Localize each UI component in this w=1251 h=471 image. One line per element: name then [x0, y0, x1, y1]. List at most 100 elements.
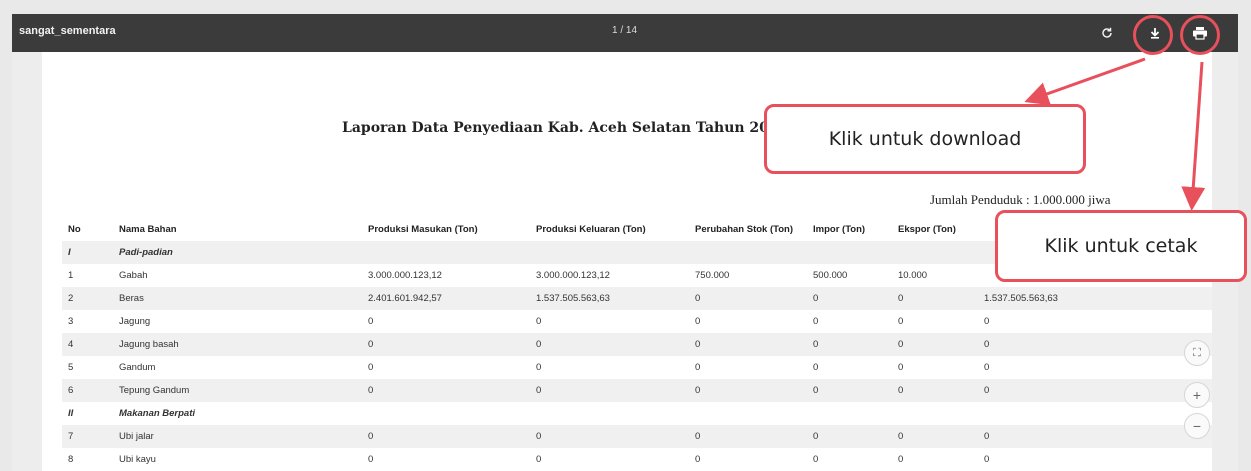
table-cell: 0	[530, 425, 689, 448]
table-cell: 0	[362, 425, 530, 448]
table-cell: 0	[530, 310, 689, 333]
download-highlight-ring	[1133, 15, 1173, 55]
table-cell: 0	[530, 333, 689, 356]
table-cell: 0	[978, 379, 1212, 402]
table-cell: 0	[978, 425, 1212, 448]
table-cell: Gabah	[113, 264, 362, 287]
table-cell: 3.000.000.123,12	[530, 264, 689, 287]
table-cell: Makanan Berpati	[113, 402, 362, 425]
download-callout: Klik untuk download	[764, 104, 1086, 174]
table-cell: 10.000	[892, 264, 978, 287]
table-cell: 4	[62, 333, 113, 356]
table-cell: Ubi kayu	[113, 448, 362, 471]
table-cell: 0	[807, 287, 892, 310]
table-cell	[892, 241, 978, 264]
zoom-out-button[interactable]: −	[1184, 413, 1210, 439]
col-header: Perubahan Stok (Ton)	[689, 218, 807, 241]
rotate-icon	[1102, 27, 1112, 38]
col-header: Produksi Masukan (Ton)	[362, 218, 530, 241]
col-header: Impor (Ton)	[807, 218, 892, 241]
table-cell: 0	[689, 287, 807, 310]
table-cell	[807, 241, 892, 264]
download-callout-text: Klik untuk download	[828, 128, 1022, 150]
table-cell: 0	[807, 379, 892, 402]
table-cell: 0	[362, 310, 530, 333]
table-cell: Beras	[113, 287, 362, 310]
fit-page-button[interactable]: ⛶	[1184, 340, 1210, 366]
document-title: sangat_sementara	[19, 25, 116, 37]
table-cell: 0	[892, 356, 978, 379]
table-cell: 0	[892, 448, 978, 471]
table-cell: 0	[978, 356, 1212, 379]
col-header: Nama Bahan	[113, 218, 362, 241]
table-cell: 0	[807, 310, 892, 333]
col-header: Ekspor (Ton)	[892, 218, 978, 241]
table-cell: Gandum	[113, 356, 362, 379]
table-cell: 0	[362, 448, 530, 471]
table-row: 6 Tepung Gandum 0 0 0 0 0 0	[62, 379, 1212, 402]
table-cell: Padi-padian	[113, 241, 362, 264]
table-cell: 0	[362, 356, 530, 379]
table-cell: 2.401.601.942,57	[362, 287, 530, 310]
table-cell: 500.000	[807, 264, 892, 287]
table-cell: 5	[62, 356, 113, 379]
print-highlight-ring	[1180, 15, 1220, 55]
table-row: 2 Beras 2.401.601.942,57 1.537.505.563,63 0 0…	[62, 287, 1212, 310]
zoom-in-button[interactable]: +	[1184, 382, 1210, 408]
table-cell	[362, 402, 530, 425]
table-cell: 6	[62, 379, 113, 402]
table-cell: Jagung basah	[113, 333, 362, 356]
table-cell: 8	[62, 448, 113, 471]
page-indicator: 1 / 14	[612, 25, 638, 36]
viewer-toolbar: sangat_sementara 1 / 14	[12, 14, 1238, 52]
table-cell: 0	[362, 333, 530, 356]
table-cell: 0	[689, 379, 807, 402]
table-cell: 0	[689, 310, 807, 333]
rotate-button[interactable]	[1094, 20, 1120, 46]
table-cell	[689, 402, 807, 425]
table-cell: 0	[892, 310, 978, 333]
table-cell: 3.000.000.123,12	[362, 264, 530, 287]
table-cell: 0	[689, 333, 807, 356]
population-text: Jumlah Penduduk : 1.000.000 jiwa	[930, 192, 1111, 207]
table-cell: 0	[978, 310, 1212, 333]
table-cell: 2	[62, 287, 113, 310]
table-row: 4 Jagung basah 0 0 0 0 0 0	[62, 333, 1212, 356]
table-cell: 0	[807, 356, 892, 379]
table-cell: 0	[978, 448, 1212, 471]
zoom-out-icon: −	[1192, 418, 1202, 434]
table-cell: 0	[892, 379, 978, 402]
table-cell: Ubi jalar	[113, 425, 362, 448]
table-cell: 0	[892, 287, 978, 310]
table-row: 3 Jagung 0 0 0 0 0 0	[62, 310, 1212, 333]
table-cell: 1	[62, 264, 113, 287]
table-cell	[892, 402, 978, 425]
table-cell: 0	[530, 379, 689, 402]
table-cell: 0	[892, 425, 978, 448]
table-cell: 3	[62, 310, 113, 333]
table-cell: 0	[807, 425, 892, 448]
table-cell	[530, 241, 689, 264]
table-cell: 0	[689, 356, 807, 379]
table-cell: 0	[689, 448, 807, 471]
print-callout: Klik untuk cetak	[995, 210, 1247, 282]
table-cell: 0	[807, 448, 892, 471]
table-cell	[362, 241, 530, 264]
table-cell: 0	[362, 379, 530, 402]
table-row: 8 Ubi kayu 0 0 0 0 0 0	[62, 448, 1212, 471]
table-cell: 1.537.505.563,63	[978, 287, 1212, 310]
table-cell	[689, 241, 807, 264]
table-cell	[807, 402, 892, 425]
report-title: Laporan Data Penyediaan Kab. Aceh Selata…	[342, 120, 789, 136]
table-cell: 0	[530, 356, 689, 379]
col-header: Produksi Keluaran (Ton)	[530, 218, 689, 241]
table-cell: 0	[530, 448, 689, 471]
table-cell: 0	[807, 333, 892, 356]
table-row: 7 Ubi jalar 0 0 0 0 0 0	[62, 425, 1212, 448]
table-cell: 0	[892, 333, 978, 356]
zoom-in-icon: +	[1192, 387, 1202, 403]
table-cell	[530, 402, 689, 425]
print-callout-text: Klik untuk cetak	[1044, 235, 1198, 257]
table-cell: II	[62, 402, 113, 425]
fit-icon: ⛶	[1193, 346, 1201, 359]
